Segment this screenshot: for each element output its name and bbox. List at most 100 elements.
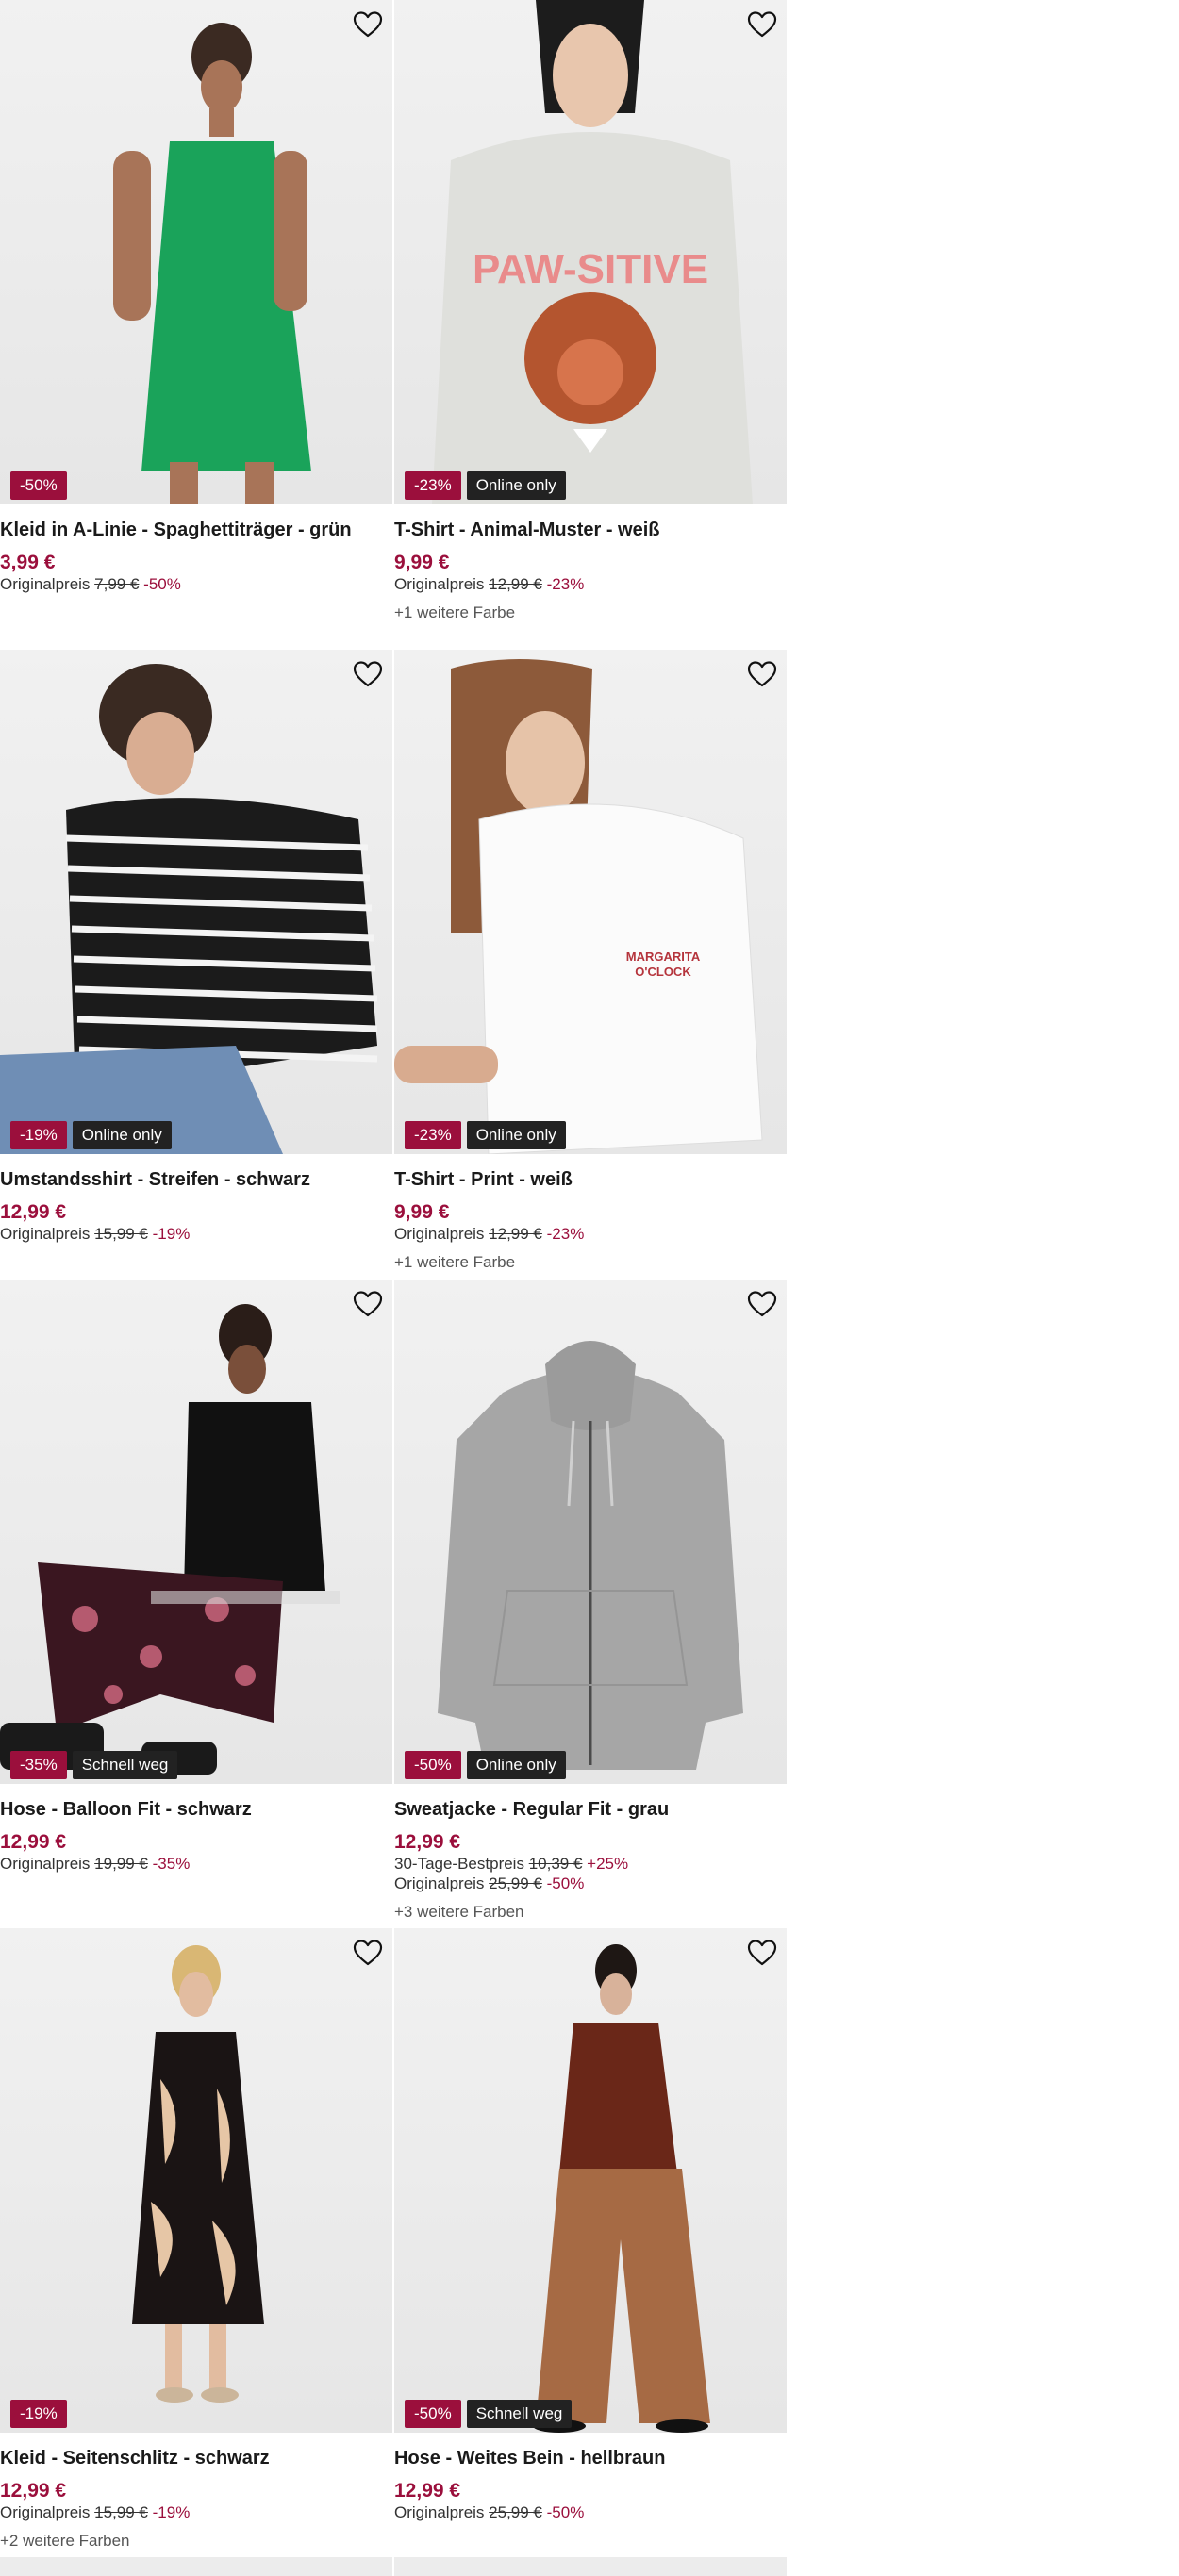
wishlist-button[interactable] [351,659,385,693]
heart-outline-icon [747,1290,777,1323]
original-price-label: Originalpreis [394,575,485,593]
product-card[interactable]: -50% Online only Sweatjacke - Regular Fit … [394,1280,787,1922]
badge-group: -50% Online only [405,1751,566,1779]
product-card[interactable]: -19% Kleid - Seitenschlitz - schwarz 12,99… [0,1928,392,2551]
product-image[interactable]: MARGARITA O'CLOCK -23% Online only [394,650,787,1154]
wishlist-button[interactable] [745,9,779,43]
product-image[interactable]: -19% Online only [0,650,392,1154]
original-price-line: Originalpreis 7,99 € -50% [0,574,392,594]
best-price-percent: +25% [587,1855,629,1873]
original-price-percent: -50% [143,575,181,593]
heart-outline-icon [747,1939,777,1972]
original-price-line: Originalpreis 25,99 € -50% [394,1874,787,1893]
product-price: 9,99 € [394,1201,450,1223]
product-image[interactable]: -19% [0,1928,392,2433]
product-title[interactable]: Kleid in A-Linie - Spaghettiträger - grü… [0,519,392,541]
svg-text:PAW-SITIVE: PAW-SITIVE [473,246,708,292]
next-product-image-peek[interactable] [394,2557,787,2576]
best-price-line: 30-Tage-Bestpreis 10,39 € +25% [394,1854,787,1874]
product-info: Hose - Weites Bein - hellbraun 12,99 € Ori… [394,2433,787,2522]
product-photo [0,1304,340,1775]
product-card[interactable]: -50% Schnell weg Hose - Weites Bein - hell… [394,1928,787,2522]
product-info: Umstandsshirt - Streifen - schwarz 12,99 … [0,1154,392,1244]
discount-badge: -23% [405,471,461,500]
product-card[interactable]: -19% Online only Umstandsshirt - Streifen … [0,650,392,1244]
product-card[interactable]: -35% Schnell weg Hose - Balloon Fit - schw… [0,1280,392,1874]
original-price-label: Originalpreis [0,1855,91,1873]
more-colors-link[interactable]: +2 weitere Farben [0,2531,392,2551]
original-price-percent: -19% [152,1225,191,1243]
product-info: T-Shirt - Print - weiß 9,99 € Originalprei… [394,1154,787,1272]
product-photo [113,23,311,504]
product-card[interactable]: MARGARITA O'CLOCK -23% Online only T-Shirt -… [394,650,787,1272]
discount-badge: -50% [405,2400,461,2428]
original-price-label: Originalpreis [0,2503,91,2521]
product-tag-badge: Schnell weg [466,2400,573,2428]
original-price-label: Originalpreis [394,1874,485,1892]
discount-badge: -50% [405,1751,461,1779]
original-price-line: Originalpreis 19,99 € -35% [0,1854,392,1874]
badge-group: -35% Schnell weg [10,1751,178,1779]
product-info: Kleid in A-Linie - Spaghettiträger - grü… [0,504,392,594]
product-title[interactable]: Hose - Balloon Fit - schwarz [0,1798,392,1821]
heart-outline-icon [353,10,383,43]
product-card[interactable]: -50% Kleid in A-Linie - Spaghettiträger -… [0,0,392,594]
original-price-percent: -23% [546,575,585,593]
more-colors-link[interactable]: +3 weitere Farben [394,1902,787,1922]
discount-badge: -23% [405,1121,461,1149]
product-price: 9,99 € [394,552,450,573]
original-price-value: 12,99 € [489,1225,542,1243]
original-price-line: Originalpreis 15,99 € -19% [0,2502,392,2522]
product-card[interactable]: PAW-SITIVE -23% Online only T-Shirt - Anima… [394,0,787,622]
product-price: 12,99 € [394,1831,461,1853]
more-colors-link[interactable]: +1 weitere Farbe [394,1252,787,1272]
original-price-value: 25,99 € [489,1874,542,1892]
product-info: Hose - Balloon Fit - schwarz 12,99 € Origi… [0,1784,392,1874]
original-price-label: Originalpreis [394,2503,485,2521]
next-product-image-peek[interactable] [0,2557,392,2576]
badge-group: -23% Online only [405,1121,566,1149]
product-title[interactable]: Umstandsshirt - Streifen - schwarz [0,1168,392,1191]
svg-text:MARGARITA: MARGARITA [626,949,701,964]
more-colors-link[interactable]: +1 weitere Farbe [394,603,787,622]
product-tag-badge: Schnell weg [72,1751,178,1779]
product-title[interactable]: Hose - Weites Bein - hellbraun [394,2447,787,2469]
svg-text:O'CLOCK: O'CLOCK [635,965,691,979]
product-image[interactable]: -35% Schnell weg [0,1280,392,1784]
wishlist-button[interactable] [745,659,779,693]
product-tag-badge: Online only [466,1121,566,1149]
product-tag-badge: Online only [466,471,566,500]
product-title[interactable]: T-Shirt - Print - weiß [394,1168,787,1191]
original-price-value: 7,99 € [94,575,140,593]
wishlist-button[interactable] [351,1289,385,1323]
product-tag-badge: Online only [466,1751,566,1779]
product-title[interactable]: T-Shirt - Animal-Muster - weiß [394,519,787,541]
product-price: 12,99 € [0,1201,67,1223]
original-price-percent: -35% [152,1855,191,1873]
product-image[interactable]: -50% [0,0,392,504]
product-title[interactable]: Kleid - Seitenschlitz - schwarz [0,2447,392,2469]
wishlist-button[interactable] [745,1289,779,1323]
product-info: T-Shirt - Animal-Muster - weiß 9,99 € Orig… [394,504,787,622]
original-price-percent: -50% [546,2503,585,2521]
product-image[interactable]: -50% Schnell weg [394,1928,787,2433]
wishlist-button[interactable] [351,9,385,43]
product-photo [132,1945,264,2403]
wishlist-button[interactable] [351,1938,385,1972]
product-photo: MARGARITAO'CLOCK [394,659,763,1154]
original-price-value: 12,99 € [489,575,542,593]
product-tag-badge: Online only [72,1121,172,1149]
product-photo: PAW-SITIVE [432,0,753,504]
product-image[interactable]: PAW-SITIVE -23% Online only [394,0,787,504]
wishlist-button[interactable] [745,1938,779,1972]
product-photo [533,1944,710,2433]
product-image[interactable]: -50% Online only [394,1280,787,1784]
product-title[interactable]: Sweatjacke - Regular Fit - grau [394,1798,787,1821]
original-price-value: 15,99 € [94,1225,148,1243]
original-price-line: Originalpreis 12,99 € -23% [394,574,787,594]
heart-outline-icon [353,1290,383,1323]
product-photo [0,664,378,1154]
original-price-value: 25,99 € [489,2503,542,2521]
original-price-percent: -50% [546,1874,585,1892]
badge-group: -50% Schnell weg [405,2400,573,2428]
